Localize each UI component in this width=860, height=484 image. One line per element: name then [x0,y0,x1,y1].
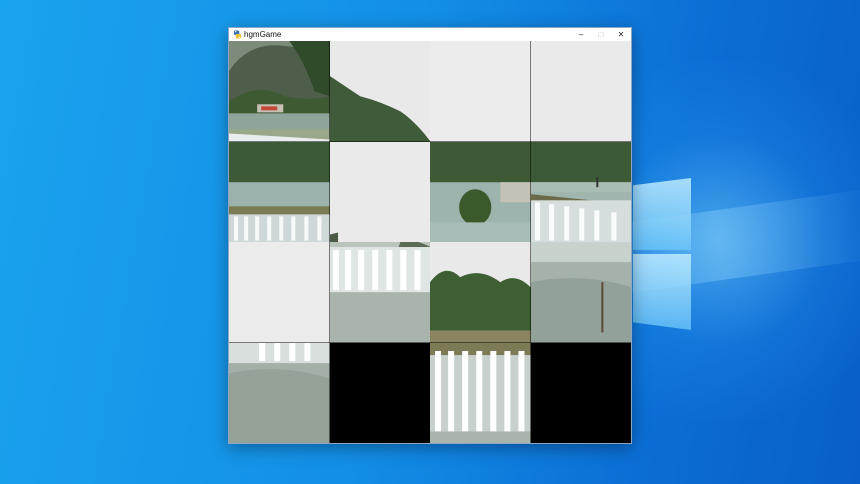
windows-logo [633,170,693,332]
puzzle-tile-hill-falls[interactable] [430,242,531,343]
puzzle-tile-islet-waterfall[interactable] [430,141,531,242]
windows-logo-pane-bottom [633,254,691,330]
close-button[interactable]: ✕ [611,28,631,41]
title-bar[interactable]: hgmGame – □ ✕ [229,28,631,41]
puzzle-tile-falls-rock[interactable] [329,242,430,343]
puzzle-tile-sky[interactable] [430,41,531,142]
puzzle-tile-mountain-boat[interactable] [229,41,330,142]
game-window: hgmGame – □ ✕ [228,27,632,444]
puzzle-board [229,41,631,443]
windows-logo-pane-top [633,178,691,250]
puzzle-tile-sky-corner[interactable] [530,41,631,142]
puzzle-tile-sky-pale[interactable] [229,242,330,343]
puzzle-tile-sky-plain[interactable] [329,141,430,242]
python-icon [233,30,242,39]
puzzle-tile-sky-hill[interactable] [329,41,430,142]
maximize-button[interactable]: □ [591,28,611,41]
puzzle-tile-waterfall-lake[interactable] [229,141,330,242]
window-title: hgmGame [244,30,282,39]
puzzle-tile-falls-edge[interactable] [229,342,330,443]
puzzle-tile-falls-right[interactable] [430,342,531,443]
puzzle-tile-rapids-stick[interactable] [530,242,631,343]
puzzle-tile-blank[interactable] [329,342,430,443]
puzzle-tile-shore-waterfall[interactable] [530,141,631,242]
minimize-button[interactable]: – [571,28,591,41]
